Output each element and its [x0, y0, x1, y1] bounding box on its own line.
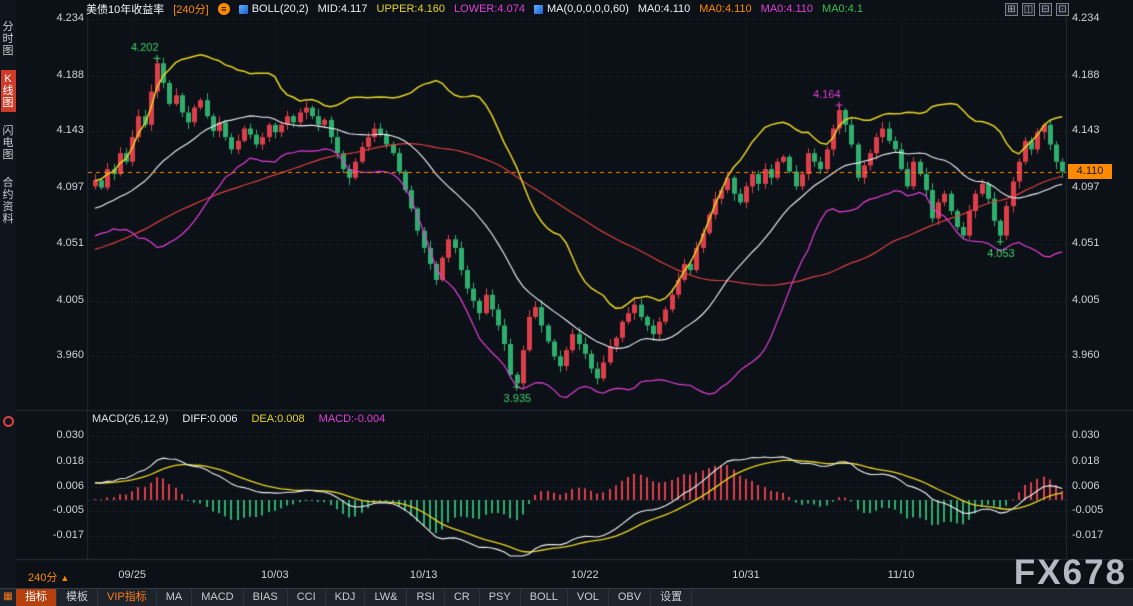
footer-tab-bias[interactable]: BIAS	[244, 589, 288, 606]
footer-tab-psy[interactable]: PSY	[480, 589, 521, 606]
legend-ma-3: MA0:4.110	[761, 3, 813, 15]
legend-boll-lower: LOWER:4.074	[454, 3, 525, 15]
brand-watermark: FX678	[1014, 555, 1127, 590]
footer-tab-cr[interactable]: CR	[445, 589, 480, 606]
macd-legend-macd: MACD:-0.004	[319, 413, 386, 425]
macd-title: MACD(26,12,9)	[92, 413, 168, 425]
legend-boll-mid: MID:4.117	[318, 3, 368, 15]
chart-header: 美债10年收益率 [240分] ≡ BOLL(20,2) MID:4.117 UPP…	[86, 1, 863, 17]
footer-tab-macd[interactable]: MACD	[192, 589, 243, 606]
current-price-tag: 4.110	[1068, 164, 1112, 179]
footer-tab-rsi[interactable]: RSI	[407, 589, 444, 606]
macd-legend-diff: DIFF:0.006	[182, 413, 237, 425]
footer-tab-obv[interactable]: OBV	[609, 589, 651, 606]
footer-tab-settings[interactable]: 设置	[651, 589, 692, 606]
footer-tab-vip-indicator[interactable]: VIP指标	[98, 589, 157, 606]
footer-tab-kdj[interactable]: KDJ	[326, 589, 366, 606]
footer-tab-lwr[interactable]: LW&	[365, 589, 407, 606]
legend-ma-4: MA0:4.1	[822, 3, 863, 15]
sidebar-item-contract-info[interactable]: 合 约 资 料	[1, 174, 16, 228]
macd-pane-icon	[3, 416, 14, 427]
layout-rows-icon[interactable]: ⊟	[1039, 3, 1052, 16]
indicator-panel-icon[interactable]: ▦	[0, 589, 16, 606]
sidebar-item-time-chart[interactable]: 分 时 图	[1, 18, 16, 60]
macd-legend-dea: DEA:0.008	[251, 413, 304, 425]
sidebar-item-kline-chart[interactable]: K 线 图	[1, 70, 16, 112]
footer-tab-ma[interactable]: MA	[157, 589, 193, 606]
app-window: 分 时 图 K 线 图闪 电 图合 约 资 料 美债10年收益率 [240分] ≡…	[0, 0, 1133, 606]
layout-icons: ⊞ ◫ ⊟ ⊡	[1005, 3, 1069, 16]
layout-grid-icon[interactable]: ⊞	[1005, 3, 1018, 16]
legend-ma-2: MA0:4.110	[699, 3, 751, 15]
left-sidebar: 分 时 图 K 线 图闪 电 图合 约 资 料	[0, 0, 16, 606]
timeframe-selector[interactable]: 240分 ▲	[28, 569, 69, 585]
footer-tab-vol[interactable]: VOL	[568, 589, 609, 606]
sidebar-item-lightning-chart[interactable]: 闪 电 图	[1, 122, 16, 164]
period-label[interactable]: [240分]	[173, 1, 208, 17]
legend-ma-1: MA0:4.110	[638, 3, 690, 15]
legend-boll-upper: UPPER:4.160	[377, 3, 445, 15]
footer-tab-indicator[interactable]: 指标	[16, 589, 57, 606]
footer-tab-cci[interactable]: CCI	[288, 589, 326, 606]
chart-canvas[interactable]	[0, 0, 1133, 606]
layout-full-icon[interactable]: ⊡	[1056, 3, 1069, 16]
indicator-tabbar: ▦指标模板VIP指标MAMACDBIASCCIKDJLW&RSICRPSYBOL…	[0, 588, 1133, 606]
timeframe-label: 240分	[28, 572, 57, 584]
footer-tab-template[interactable]: 模板	[57, 589, 98, 606]
boll-label-settings-icon[interactable]	[239, 5, 248, 14]
ma-label-settings-icon[interactable]	[534, 5, 543, 14]
chevron-up-icon: ▲	[60, 573, 69, 583]
instrument-title: 美债10年收益率	[86, 1, 164, 17]
period-menu-icon[interactable]: ≡	[218, 3, 230, 15]
footer-tab-boll[interactable]: BOLL	[521, 589, 568, 606]
legend-ma-label: MA(0,0,0,0,0,60)	[547, 3, 629, 15]
macd-legend: MACD(26,12,9) DIFF:0.006 DEA:0.008 MACD:-0…	[92, 413, 385, 425]
layout-split-icon[interactable]: ◫	[1022, 3, 1035, 16]
legend-boll-label: BOLL(20,2)	[252, 3, 309, 15]
